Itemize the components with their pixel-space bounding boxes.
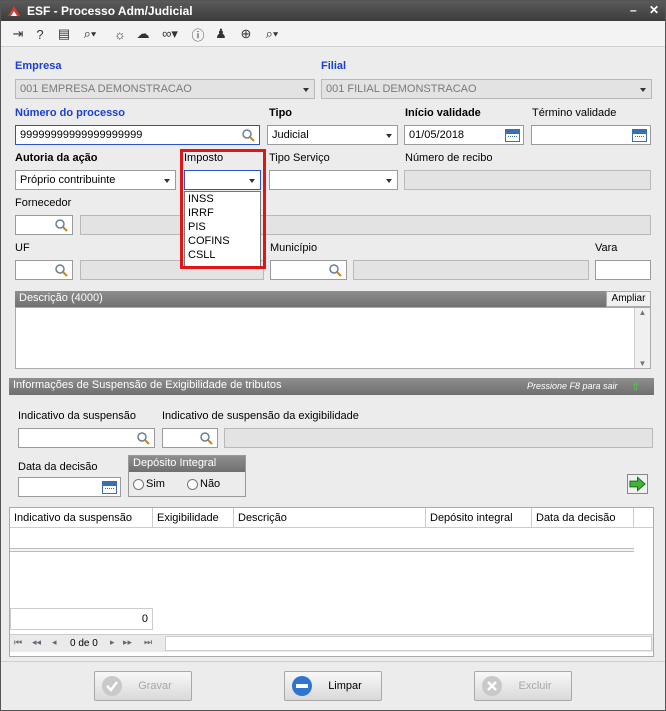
add-arrow-button[interactable] <box>627 474 648 494</box>
indicativo-input[interactable] <box>18 428 155 448</box>
fornecedor-input[interactable] <box>15 215 73 235</box>
highlight-box <box>180 149 266 269</box>
indicativo-label: Indicativo da suspensão <box>18 410 137 422</box>
check-icon <box>102 676 122 696</box>
municipio-name-field <box>353 260 589 280</box>
vara-label: Vara <box>595 242 618 254</box>
arrow-right-icon <box>629 476 646 492</box>
numero-processo-input[interactable]: 99999999999999999999 <box>15 125 260 145</box>
municipio-input[interactable] <box>270 260 347 280</box>
search-icon[interactable] <box>328 263 342 277</box>
user-icon[interactable]: ♟ <box>212 25 230 43</box>
autoria-select[interactable]: Próprio contribuinte <box>15 170 176 190</box>
autoria-label: Autoria da ação <box>15 152 98 164</box>
descricao-header: Descrição (4000) <box>15 291 651 307</box>
minimize-icon[interactable]: – <box>630 3 637 17</box>
tipo-servico-label: Tipo Serviço <box>269 152 330 164</box>
nao-radio[interactable]: Não <box>187 478 220 490</box>
filial-label: Filial <box>321 60 347 72</box>
close-icon[interactable]: ✕ <box>649 3 659 17</box>
empresa-label: Empresa <box>15 60 62 72</box>
limpar-button[interactable]: Limpar <box>284 671 382 701</box>
sim-radio[interactable]: Sim <box>133 478 165 490</box>
title-bar: ESF - Processo Adm/Judicial – ✕ <box>1 1 665 21</box>
tipo-servico-select[interactable] <box>269 170 398 190</box>
indicativo-exig-label: Indicativo de suspensão da exigibilidade <box>162 410 359 422</box>
step-back-icon[interactable]: ◂ <box>52 637 57 648</box>
calendar-icon[interactable] <box>632 129 647 142</box>
numero-recibo-label: Número de recibo <box>405 152 493 164</box>
prev-page-icon[interactable]: ◂◂ <box>32 637 41 648</box>
search-icon[interactable] <box>136 431 150 445</box>
numero-processo-label: Número do processo <box>15 107 126 119</box>
termino-validade-label: Término validade <box>532 107 617 119</box>
deposito-integral-group: Depósito Integral Sim Não <box>128 455 246 497</box>
uf-label: UF <box>15 242 30 254</box>
pager-scrollbar[interactable] <box>165 636 652 651</box>
app-logo-icon <box>8 6 20 16</box>
collapse-arrow-icon[interactable]: ⇧ <box>631 380 640 393</box>
empresa-select[interactable]: 001 EMPRESA DEMONSTRACAO <box>15 79 315 99</box>
first-page-icon[interactable]: ⏮ <box>14 637 22 648</box>
next-page-icon[interactable]: ▸▸ <box>123 637 132 648</box>
indicativo-exig-input[interactable] <box>162 428 218 448</box>
table-hscroll[interactable] <box>10 548 634 552</box>
exit-icon[interactable]: ⇥ <box>9 25 27 43</box>
search-icon[interactable] <box>199 431 213 445</box>
clear-icon <box>292 676 312 696</box>
calendar-icon[interactable] <box>505 129 520 142</box>
add-document-icon[interactable]: ⊕ <box>237 25 255 43</box>
excluir-button[interactable]: Excluir <box>474 671 572 701</box>
fornecedor-name-field <box>80 215 651 235</box>
fornecedor-label: Fornecedor <box>15 197 72 209</box>
table-divider <box>10 527 653 528</box>
count-field: 0 <box>10 608 153 630</box>
vara-input[interactable] <box>595 260 651 280</box>
tipo-label: Tipo <box>269 107 293 119</box>
descricao-textarea[interactable]: ▲ ▼ <box>15 307 651 369</box>
col-indicativo[interactable]: Indicativo da suspensão <box>10 508 153 528</box>
indicativo-exig-name-field <box>224 428 653 448</box>
zoom-icon[interactable]: ⌕▾ <box>263 25 281 43</box>
col-exigibilidade[interactable]: Exigibilidade <box>153 508 234 528</box>
inicio-validade-label: Início validade <box>405 107 481 119</box>
col-descricao[interactable]: Descrição <box>234 508 426 528</box>
data-decisao-label: Data da decisão <box>18 461 98 473</box>
ampliar-button[interactable]: Ampliar <box>606 291 651 307</box>
step-forward-icon[interactable]: ▸ <box>110 637 115 648</box>
last-page-icon[interactable]: ⏭ <box>144 637 152 648</box>
pager: ⏮ ◂◂ ◂ 0 de 0 ▸ ▸▸ ⏭ <box>10 634 653 652</box>
col-data-decisao[interactable]: Data da decisão <box>532 508 634 528</box>
pager-text: 0 de 0 <box>70 638 98 649</box>
toolbar: ⇥ ? ▤ ⌕▾ ☼ ☁ ∞▾ ⓘ ♟ ⊕ ⌕▾ <box>1 21 665 47</box>
suspensao-hint: Pressione F8 para sair <box>527 381 618 391</box>
search-icon[interactable]: ⌕▾ <box>81 25 99 43</box>
search-icon[interactable] <box>54 218 68 232</box>
search-icon[interactable] <box>54 263 68 277</box>
gravar-button[interactable]: Gravar <box>94 671 192 701</box>
numero-recibo-input <box>404 170 651 190</box>
link-icon[interactable]: ∞▾ <box>161 25 179 43</box>
footer-divider <box>1 661 665 662</box>
municipio-label: Município <box>270 242 318 254</box>
cloud-icon[interactable]: ☁ <box>134 25 152 43</box>
uf-input[interactable] <box>15 260 73 280</box>
help-icon[interactable]: ? <box>31 25 49 43</box>
col-deposito[interactable]: Depósito integral <box>426 508 532 528</box>
window: ESF - Processo Adm/Judicial – ✕ ⇥ ? ▤ ⌕▾… <box>0 0 666 711</box>
delete-icon <box>482 676 502 696</box>
window-title: ESF - Processo Adm/Judicial <box>27 4 193 18</box>
search-icon[interactable] <box>241 128 255 142</box>
descricao-scrollbar[interactable]: ▲ ▼ <box>634 308 650 368</box>
tipo-select[interactable]: Judicial <box>267 125 398 145</box>
filial-select[interactable]: 001 FILIAL DEMONSTRACAO <box>321 79 652 99</box>
data-decisao-input[interactable] <box>18 477 121 497</box>
deposito-integral-label: Depósito Integral <box>129 456 245 472</box>
info-chat-icon[interactable]: ▤ <box>55 25 73 43</box>
lightbulb-icon[interactable]: ☼ <box>111 25 129 43</box>
calendar-icon[interactable] <box>102 481 117 494</box>
termino-validade-input[interactable] <box>531 125 651 145</box>
info-icon[interactable]: ⓘ <box>189 25 207 43</box>
inicio-validade-input[interactable]: 01/05/2018 <box>404 125 524 145</box>
